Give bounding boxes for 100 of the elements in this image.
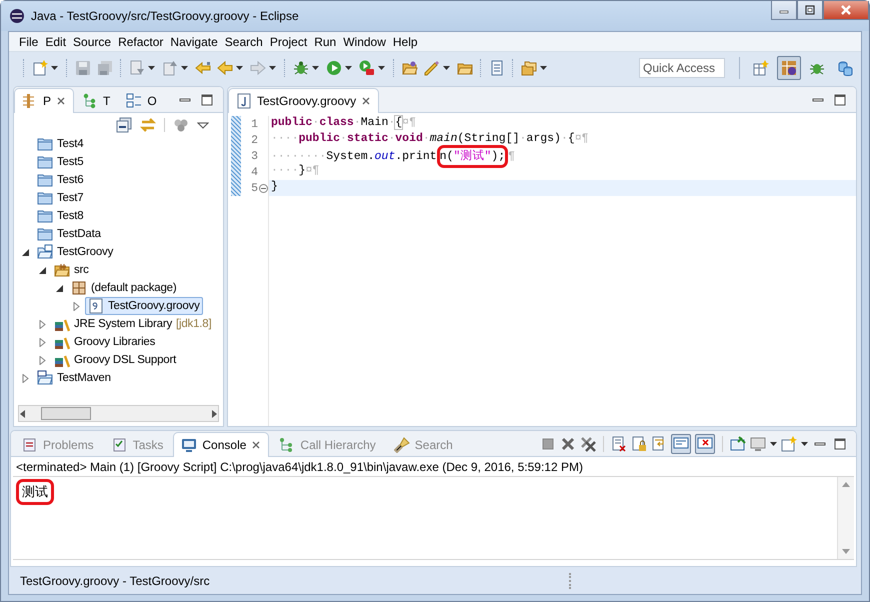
- tree-item[interactable]: Groovy Libraries: [51, 333, 158, 351]
- pin-icon[interactable]: [730, 436, 746, 452]
- console-icon: [181, 437, 198, 453]
- menu-item[interactable]: Run: [311, 32, 340, 52]
- folder-icon: [37, 190, 53, 206]
- database-icon[interactable]: [837, 60, 853, 76]
- tree-item[interactable]: Test7: [34, 189, 86, 207]
- menu-item[interactable]: Search: [222, 32, 267, 52]
- tree-item[interactable]: TestData: [34, 225, 104, 243]
- close-button[interactable]: [823, 1, 869, 20]
- line-number: 1: [251, 118, 258, 130]
- tree-item[interactable]: JRE System Library: [51, 315, 176, 333]
- code-line: ····}¤¶: [270, 164, 320, 179]
- expanded-arrow-icon[interactable]: [38, 266, 47, 274]
- flashlight-icon: [394, 437, 410, 453]
- view-tab[interactable]: P: [14, 88, 74, 113]
- bug-icon[interactable]: [293, 60, 309, 76]
- tree-item[interactable]: TestGroovy: [34, 243, 116, 261]
- tree-item[interactable]: TestMaven: [34, 369, 114, 387]
- editor-tab[interactable]: TestGroovy.groovy: [228, 88, 380, 113]
- outline-icon: [126, 93, 142, 109]
- console-header: <terminated> Main (1) [Groovy Script] C:\prog\java64\jdk1.8.0_91\bin\javaw.exe (Dec 9, 2016, 5:59:12 PM): [15, 459, 584, 476]
- tree-item[interactable]: Groovy DSL Support: [51, 351, 180, 369]
- vertical-scrollbar[interactable]: [837, 477, 854, 559]
- folder-icon: [37, 154, 53, 170]
- menu-item[interactable]: Edit: [42, 32, 70, 52]
- remove-launch-icon[interactable]: [560, 436, 576, 452]
- terminate-icon[interactable]: [540, 436, 556, 452]
- menu-item[interactable]: Help: [390, 32, 422, 52]
- close-glyph-icon: [840, 4, 852, 16]
- line-number: 3: [251, 150, 258, 162]
- folder-icon: [37, 226, 53, 242]
- menu-item[interactable]: File: [16, 32, 42, 52]
- library-version-label: [jdk1.8]: [176, 318, 212, 330]
- source-folder-icon: [54, 262, 70, 278]
- collapsed-arrow-icon[interactable]: [38, 356, 47, 364]
- circles-icon[interactable]: [173, 117, 189, 133]
- view-tab[interactable]: Console: [173, 432, 270, 457]
- menu-item[interactable]: Source: [70, 32, 116, 52]
- menu-item[interactable]: Project: [266, 32, 312, 52]
- scroll-down-icon[interactable]: [842, 549, 850, 555]
- menu-item[interactable]: Refactor: [115, 32, 168, 52]
- code-line: ····public·static·void·main(String[]·args)·{¤¶: [270, 132, 590, 147]
- show-on-error-icon[interactable]: [697, 436, 713, 452]
- close-icon[interactable]: [56, 96, 66, 106]
- scroll-left-icon[interactable]: [19, 410, 27, 418]
- clear-console-icon[interactable]: [611, 436, 627, 452]
- tree-item[interactable]: (default package): [68, 279, 180, 297]
- tree-item[interactable]: src: [51, 261, 92, 279]
- package-icon: [71, 280, 87, 296]
- new-console-icon[interactable]: [781, 436, 797, 452]
- line-number: 5: [251, 182, 258, 194]
- line-number: 4: [251, 166, 258, 178]
- run-external-icon[interactable]: [359, 60, 375, 76]
- view-tab[interactable]: T: [74, 89, 118, 112]
- new-file-icon[interactable]: [32, 60, 48, 76]
- tree-item[interactable]: TestGroovy.groovy: [85, 297, 203, 315]
- remove-all-icon[interactable]: [580, 436, 596, 452]
- console-output-text: 测试: [16, 479, 54, 505]
- close-icon[interactable]: [361, 96, 372, 106]
- quick-access-field[interactable]: Quick Access: [639, 58, 725, 78]
- open-perspective-icon[interactable]: [753, 60, 769, 76]
- save-icon[interactable]: [75, 60, 91, 76]
- maximize-icon[interactable]: [199, 92, 215, 108]
- scroll-up-icon[interactable]: [842, 481, 850, 487]
- view-tab[interactable]: O: [118, 89, 165, 112]
- maximize-button[interactable]: [797, 1, 823, 20]
- folder-icon: [37, 136, 53, 152]
- tasks-icon: [112, 437, 128, 453]
- close-icon[interactable]: [251, 440, 262, 450]
- eclipse-logo-icon: [9, 8, 25, 24]
- maximize-icon[interactable]: [832, 436, 848, 452]
- code-line: public·class·Main·{¤¶: [270, 116, 417, 131]
- problems-icon: [22, 437, 38, 453]
- folder-icon: [37, 208, 53, 224]
- expanded-arrow-icon[interactable]: [21, 248, 30, 256]
- tree-item[interactable]: Test4: [34, 135, 86, 153]
- window-title: Java - TestGroovy/src/TestGroovy.groovy - Eclipse: [31, 9, 299, 23]
- tree-item[interactable]: Test6: [34, 171, 86, 189]
- expanded-arrow-icon[interactable]: [55, 284, 64, 292]
- fold-minus-icon[interactable]: [259, 184, 268, 192]
- horizontal-scrollbar[interactable]: [18, 405, 219, 422]
- tree-item[interactable]: Test8: [34, 207, 86, 225]
- scroll-lock-icon[interactable]: [631, 436, 647, 452]
- minimize-button[interactable]: [771, 1, 797, 20]
- maximize-glyph-icon: [805, 5, 815, 15]
- collapse-all-icon[interactable]: [116, 117, 132, 133]
- scroll-right-icon[interactable]: [210, 410, 218, 418]
- last-edit-icon[interactable]: [195, 60, 211, 76]
- collapsed-arrow-icon[interactable]: [38, 320, 47, 328]
- show-on-output-icon[interactable]: [673, 436, 689, 452]
- collapsed-arrow-icon[interactable]: [38, 338, 47, 346]
- collapsed-arrow-icon[interactable]: [21, 374, 30, 382]
- maximize-icon[interactable]: [832, 92, 848, 108]
- menu-item[interactable]: Navigate: [167, 32, 222, 52]
- collapsed-arrow-icon[interactable]: [72, 302, 81, 310]
- document-icon[interactable]: [489, 60, 505, 76]
- tree-item[interactable]: Test5: [34, 153, 86, 171]
- menu-item[interactable]: Window: [340, 32, 390, 52]
- open-folder-icon[interactable]: [402, 60, 418, 76]
